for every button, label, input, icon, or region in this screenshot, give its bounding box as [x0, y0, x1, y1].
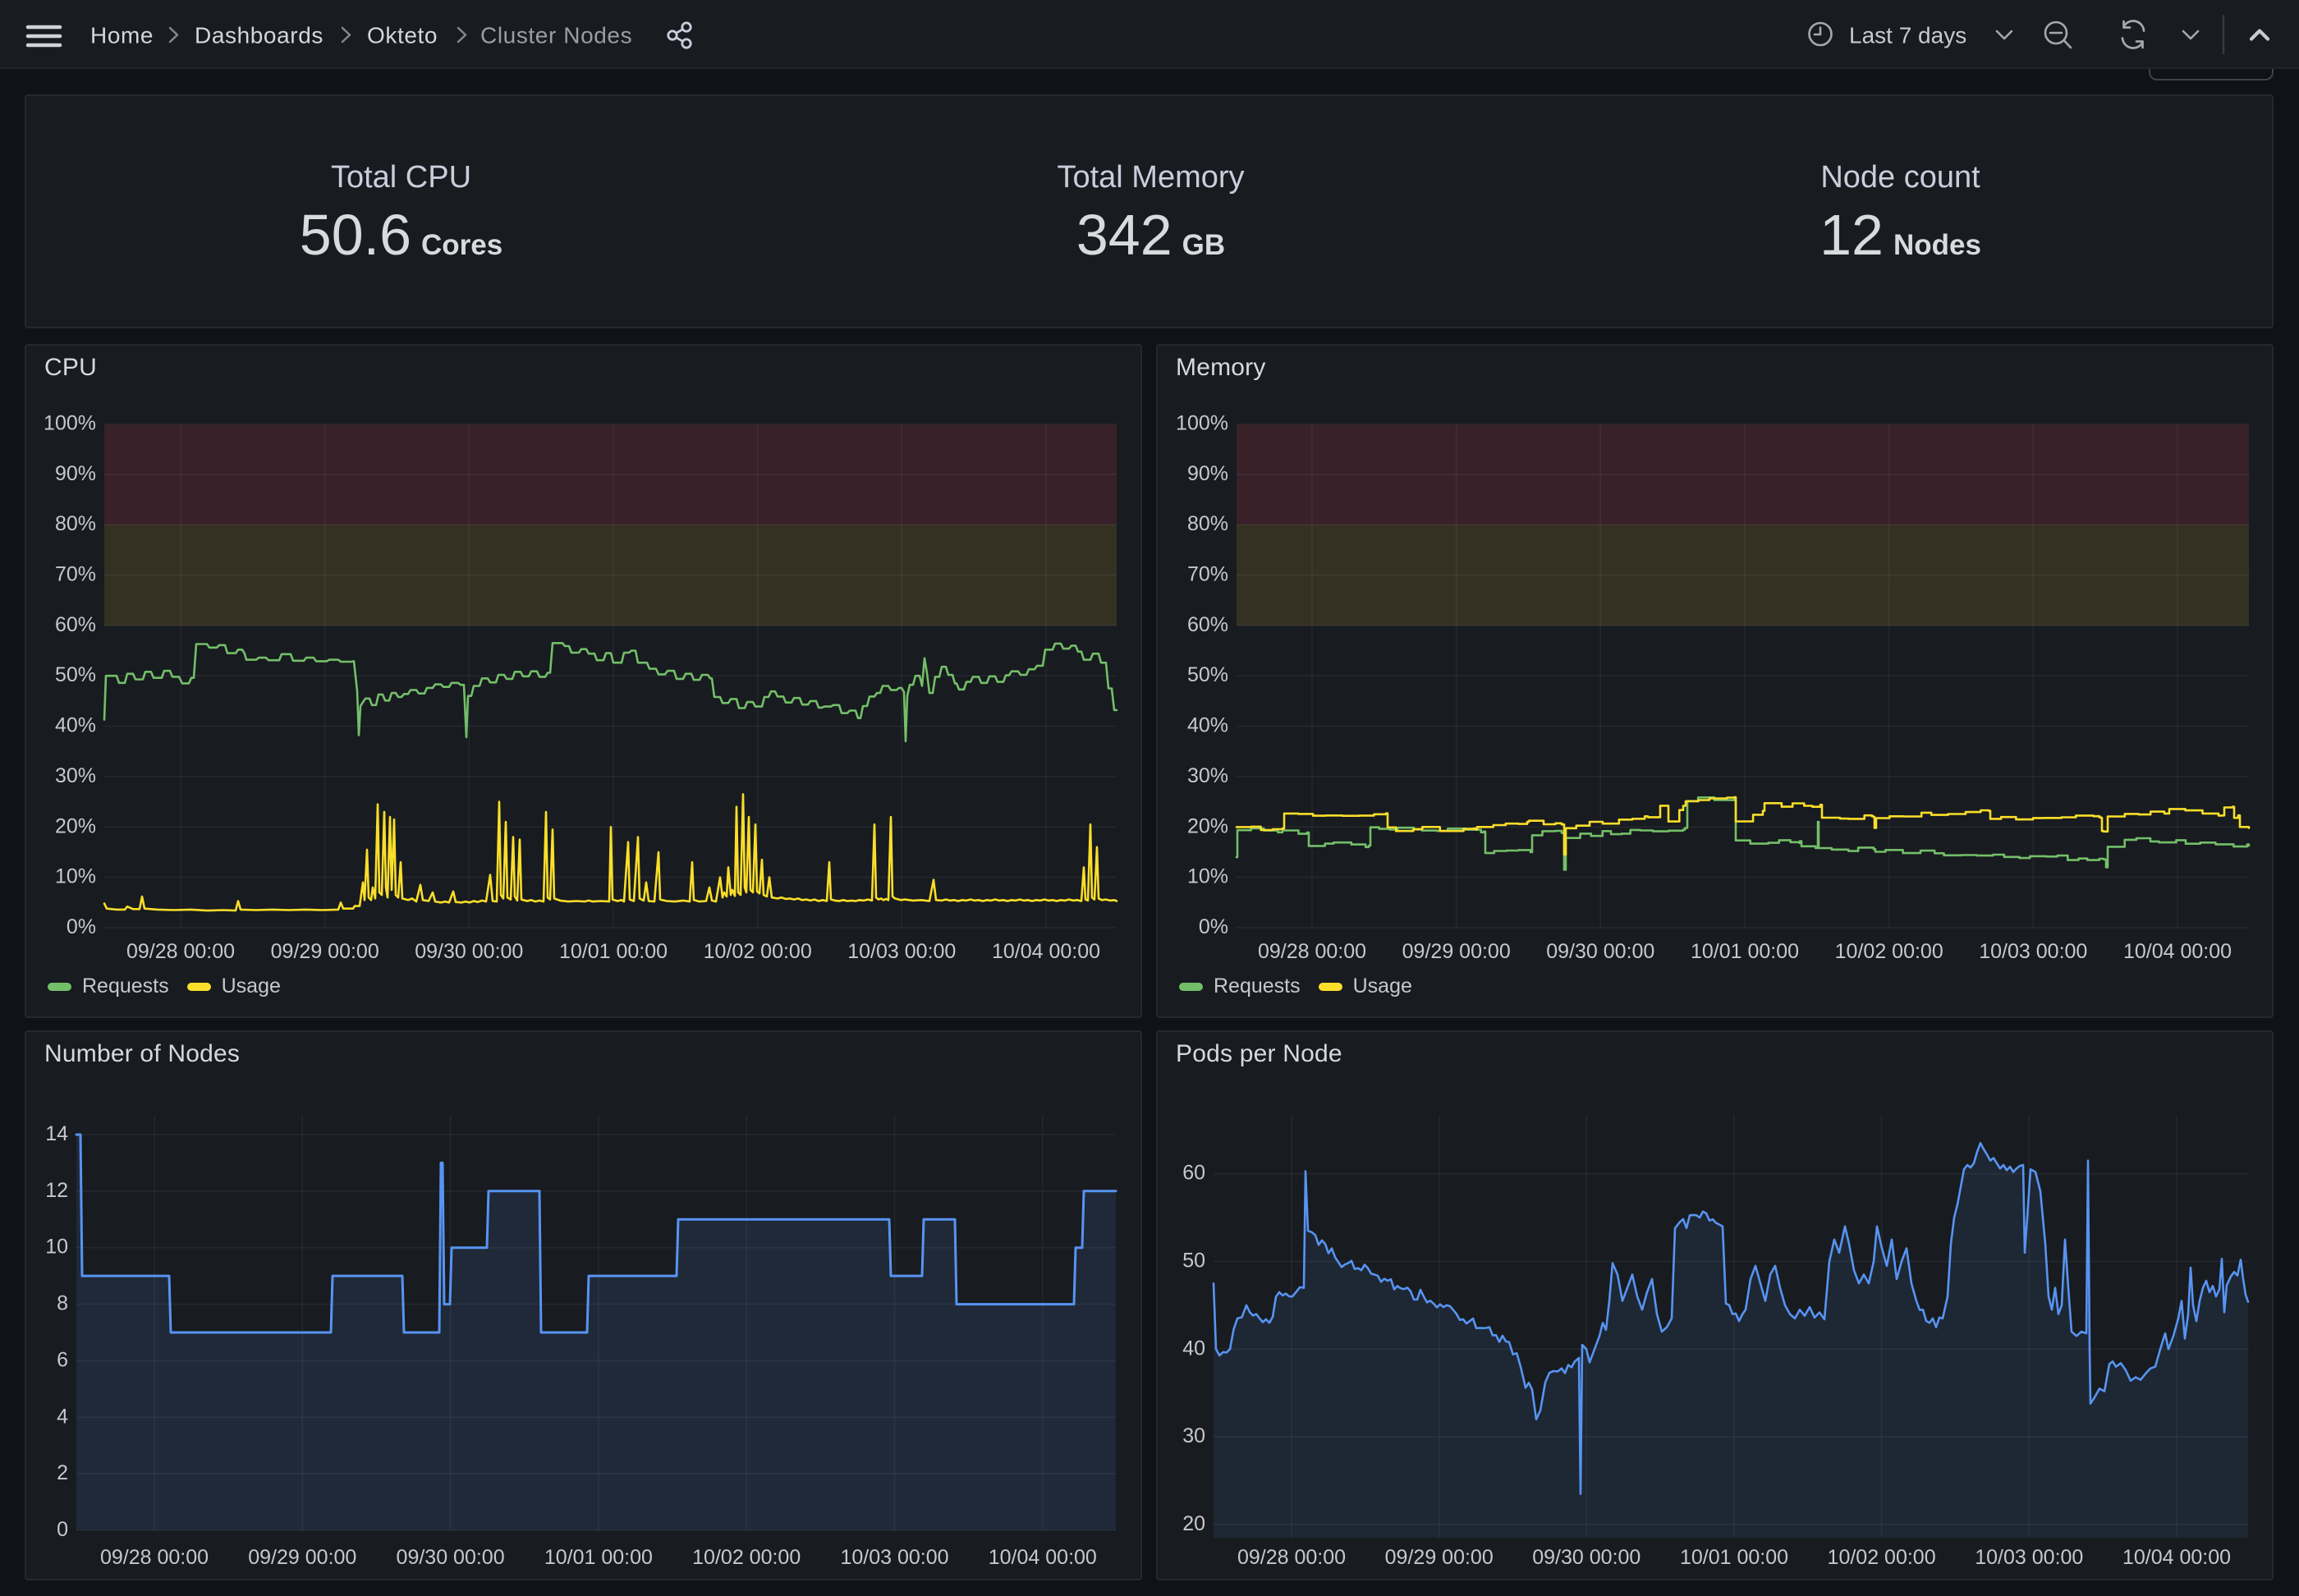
svg-text:09/28 00:00: 09/28 00:00	[1237, 1546, 1346, 1569]
svg-text:10/01 00:00: 10/01 00:00	[544, 1546, 653, 1569]
svg-text:100%: 100%	[1176, 411, 1228, 434]
svg-text:10: 10	[45, 1236, 68, 1259]
svg-text:10/04 00:00: 10/04 00:00	[2122, 1546, 2231, 1569]
svg-text:50%: 50%	[1187, 663, 1228, 686]
svg-text:30: 30	[1182, 1424, 1205, 1447]
svg-text:09/30 00:00: 09/30 00:00	[397, 1546, 505, 1569]
svg-text:10/02 00:00: 10/02 00:00	[1835, 940, 1943, 963]
svg-text:10/02 00:00: 10/02 00:00	[1828, 1546, 1936, 1569]
svg-text:60%: 60%	[55, 613, 96, 636]
svg-text:50: 50	[1182, 1250, 1205, 1273]
svg-text:Okteto: Okteto	[367, 23, 438, 48]
svg-text:80%: 80%	[55, 512, 96, 535]
svg-text:60%: 60%	[1187, 613, 1228, 636]
svg-text:14: 14	[45, 1122, 68, 1145]
svg-text:09/30 00:00: 09/30 00:00	[415, 940, 523, 963]
svg-text:0%: 0%	[67, 915, 96, 938]
svg-text:09/30 00:00: 09/30 00:00	[1546, 940, 1654, 963]
svg-text:10/01 00:00: 10/01 00:00	[559, 940, 668, 963]
svg-text:2: 2	[57, 1461, 68, 1484]
svg-text:70%: 70%	[1187, 563, 1228, 586]
svg-text:Last 7 days: Last 7 days	[1849, 23, 1966, 48]
svg-text:0: 0	[57, 1518, 68, 1541]
svg-text:20: 20	[1182, 1512, 1205, 1535]
svg-text:09/28 00:00: 09/28 00:00	[1258, 940, 1366, 963]
svg-text:09/29 00:00: 09/29 00:00	[248, 1546, 356, 1569]
svg-text:10%: 10%	[55, 865, 96, 888]
svg-text:20%: 20%	[55, 814, 96, 837]
svg-text:Cluster Nodes: Cluster Nodes	[480, 23, 632, 48]
svg-text:60: 60	[1182, 1162, 1205, 1185]
svg-text:40%: 40%	[1187, 714, 1228, 737]
svg-text:70%: 70%	[55, 563, 96, 586]
svg-text:50%: 50%	[55, 663, 96, 686]
svg-text:10%: 10%	[1187, 865, 1228, 888]
svg-text:10/04 00:00: 10/04 00:00	[2123, 940, 2232, 963]
svg-text:12: 12	[45, 1179, 68, 1202]
svg-text:Dashboards: Dashboards	[195, 23, 324, 48]
svg-text:30%: 30%	[55, 764, 96, 787]
svg-text:8: 8	[57, 1292, 68, 1315]
svg-text:10/01 00:00: 10/01 00:00	[1691, 940, 1799, 963]
svg-text:80%: 80%	[1187, 512, 1228, 535]
svg-text:90%: 90%	[55, 462, 96, 485]
svg-text:09/29 00:00: 09/29 00:00	[271, 940, 379, 963]
svg-text:Home: Home	[90, 23, 154, 48]
svg-text:10/03 00:00: 10/03 00:00	[847, 940, 956, 963]
svg-text:90%: 90%	[1187, 462, 1228, 485]
svg-text:09/29 00:00: 09/29 00:00	[1385, 1546, 1494, 1569]
svg-text:09/30 00:00: 09/30 00:00	[1532, 1546, 1641, 1569]
svg-text:4: 4	[57, 1405, 68, 1428]
svg-text:09/28 00:00: 09/28 00:00	[126, 940, 235, 963]
svg-text:30%: 30%	[1187, 764, 1228, 787]
svg-text:10/04 00:00: 10/04 00:00	[989, 1546, 1097, 1569]
svg-text:10/02 00:00: 10/02 00:00	[692, 1546, 801, 1569]
svg-text:100%: 100%	[44, 411, 96, 434]
svg-text:20%: 20%	[1187, 814, 1228, 837]
svg-text:10/02 00:00: 10/02 00:00	[704, 940, 812, 963]
svg-text:40: 40	[1182, 1337, 1205, 1360]
svg-text:10/04 00:00: 10/04 00:00	[992, 940, 1100, 963]
svg-text:10/01 00:00: 10/01 00:00	[1680, 1546, 1788, 1569]
svg-text:6: 6	[57, 1348, 68, 1371]
svg-text:10/03 00:00: 10/03 00:00	[1979, 940, 2087, 963]
svg-text:10/03 00:00: 10/03 00:00	[1975, 1546, 2083, 1569]
svg-text:09/28 00:00: 09/28 00:00	[100, 1546, 209, 1569]
svg-text:10/03 00:00: 10/03 00:00	[840, 1546, 948, 1569]
svg-text:40%: 40%	[55, 714, 96, 737]
svg-text:09/29 00:00: 09/29 00:00	[1402, 940, 1511, 963]
svg-text:0%: 0%	[1199, 915, 1228, 938]
